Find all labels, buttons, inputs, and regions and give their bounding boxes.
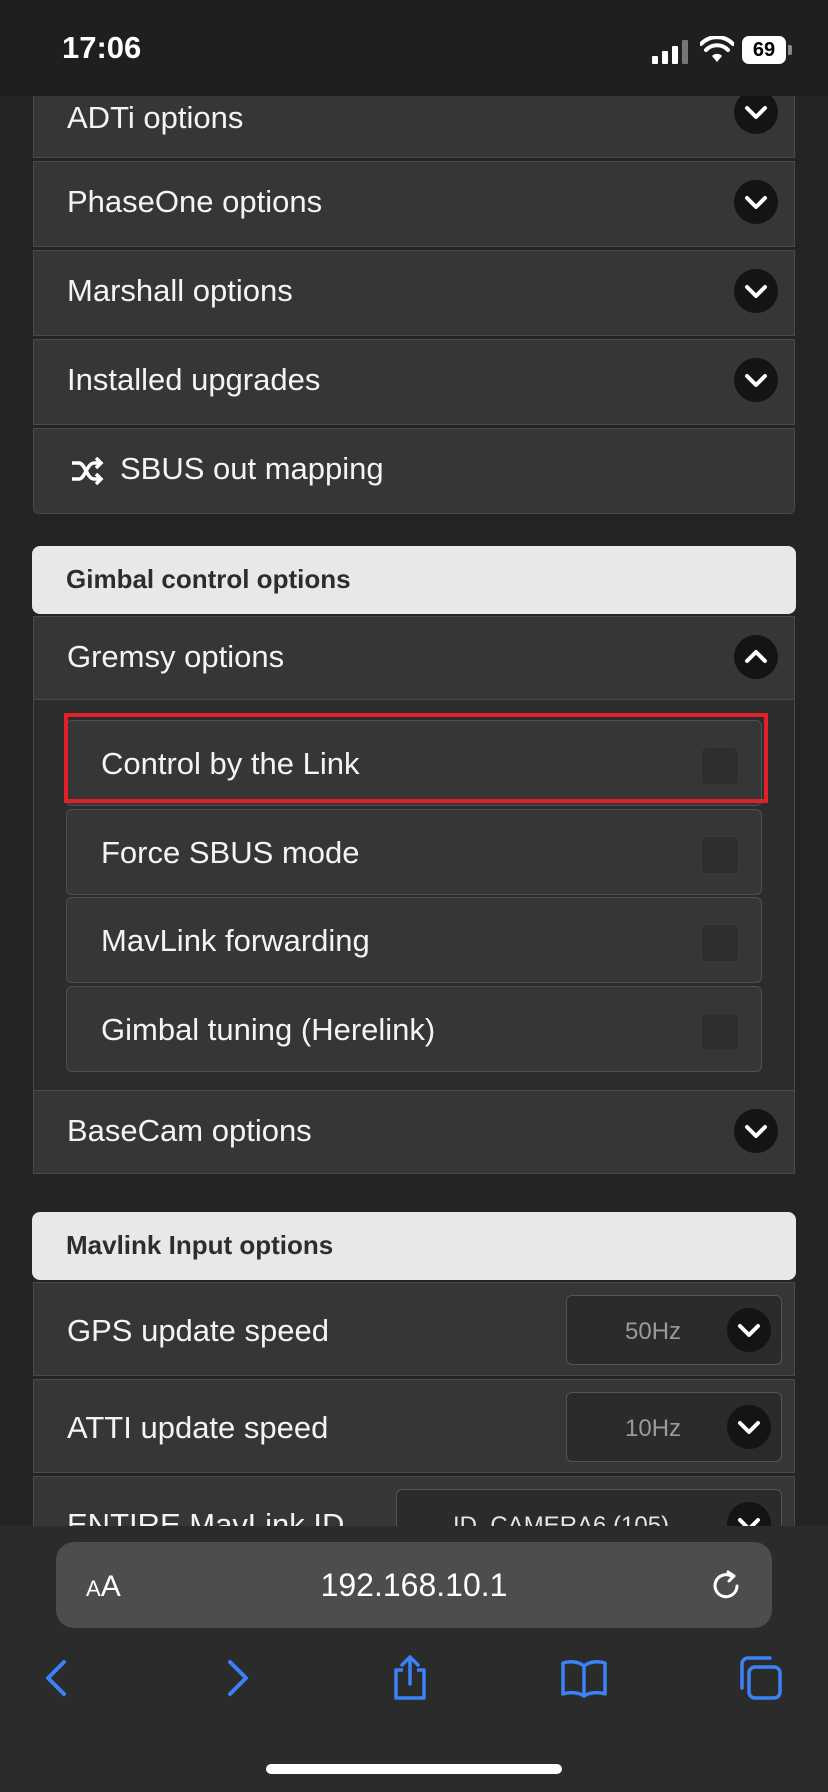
battery-icon: 69 bbox=[742, 36, 792, 64]
section-title: Mavlink Input options bbox=[66, 1230, 334, 1260]
tabs-icon[interactable] bbox=[736, 1654, 784, 1702]
section-title: Gimbal control options bbox=[66, 564, 351, 594]
section-header-gimbal: Gimbal control options bbox=[32, 546, 796, 614]
accordion-label: Installed upgrades bbox=[67, 362, 321, 397]
accordion-phaseone[interactable]: PhaseOne options bbox=[33, 161, 795, 247]
accordion-gremsy[interactable]: Gremsy options bbox=[33, 616, 795, 700]
wifi-icon bbox=[699, 35, 735, 64]
select-value: 10Hz bbox=[625, 1415, 682, 1442]
share-icon[interactable] bbox=[386, 1654, 434, 1702]
row-entire-mavlink-id: ENTIRE MavLink ID ID_CAMERA6 (105) bbox=[33, 1476, 795, 1526]
option-label: Gimbal tuning (Herelink) bbox=[101, 1012, 436, 1047]
row-atti-update-speed: ATTI update speed 10Hz bbox=[33, 1379, 795, 1473]
force-sbus-mode-checkbox[interactable] bbox=[701, 836, 739, 874]
option-force-sbus-mode[interactable]: Force SBUS mode bbox=[66, 809, 762, 895]
chevron-up-icon[interactable] bbox=[734, 635, 778, 679]
chevron-down-icon bbox=[727, 1308, 771, 1352]
accordion-marshall[interactable]: Marshall options bbox=[33, 250, 795, 336]
chevron-down-icon bbox=[727, 1405, 771, 1449]
accordion-basecam[interactable]: BaseCam options bbox=[33, 1090, 795, 1174]
battery-level: 69 bbox=[742, 36, 786, 64]
forward-icon[interactable] bbox=[212, 1654, 260, 1702]
select-value: ID_CAMERA6 (105) bbox=[453, 1512, 670, 1526]
chevron-down-icon[interactable] bbox=[734, 180, 778, 224]
url-text[interactable]: 192.168.10.1 bbox=[0, 1567, 828, 1604]
setting-label: GPS update speed bbox=[67, 1313, 329, 1348]
option-label: MavLink forwarding bbox=[101, 923, 370, 958]
option-label: Force SBUS mode bbox=[101, 835, 360, 870]
highlight-box bbox=[64, 713, 768, 803]
accordion-label: Marshall options bbox=[67, 273, 293, 308]
setting-label: ATTI update speed bbox=[67, 1410, 329, 1445]
mavlink-id-select[interactable]: ID_CAMERA6 (105) bbox=[396, 1489, 782, 1526]
status-time: 17:06 bbox=[62, 30, 142, 65]
accordion-adti[interactable]: ADTi options bbox=[33, 96, 795, 158]
accordion-label: BaseCam options bbox=[67, 1113, 312, 1148]
chevron-down-icon[interactable] bbox=[734, 1109, 778, 1153]
select-value: 50Hz bbox=[625, 1318, 682, 1345]
cellular-signal-icon bbox=[652, 40, 692, 64]
gps-update-speed-select[interactable]: 50Hz bbox=[566, 1295, 782, 1365]
mavlink-forwarding-checkbox[interactable] bbox=[701, 924, 739, 962]
row-gps-update-speed: GPS update speed 50Hz bbox=[33, 1282, 795, 1376]
accordion-label: SBUS out mapping bbox=[120, 451, 384, 486]
setting-label: ENTIRE MavLink ID bbox=[67, 1507, 345, 1526]
bookmarks-icon[interactable] bbox=[560, 1654, 608, 1702]
back-icon[interactable] bbox=[34, 1654, 82, 1702]
atti-update-speed-select[interactable]: 10Hz bbox=[566, 1392, 782, 1462]
chevron-down-icon[interactable] bbox=[734, 358, 778, 402]
chevron-down-icon bbox=[727, 1502, 771, 1526]
section-header-mavlink: Mavlink Input options bbox=[32, 1212, 796, 1280]
page-content[interactable]: ADTi options PhaseOne options Marshall o… bbox=[0, 96, 828, 1526]
accordion-label: ADTi options bbox=[67, 100, 244, 135]
option-mavlink-forwarding[interactable]: MavLink forwarding bbox=[66, 897, 762, 983]
accordion-installed-upgrades[interactable]: Installed upgrades bbox=[33, 339, 795, 425]
accordion-label: Gremsy options bbox=[67, 639, 285, 674]
chevron-down-icon[interactable] bbox=[734, 269, 778, 313]
reload-icon[interactable] bbox=[708, 1568, 744, 1604]
gimbal-tuning-checkbox[interactable] bbox=[701, 1013, 739, 1051]
chevron-down-icon[interactable] bbox=[734, 96, 778, 134]
option-gimbal-tuning[interactable]: Gimbal tuning (Herelink) bbox=[66, 986, 762, 1072]
shuffle-icon bbox=[70, 456, 104, 486]
accordion-label: PhaseOne options bbox=[67, 184, 323, 219]
sbus-out-mapping-link[interactable]: SBUS out mapping bbox=[33, 428, 795, 514]
home-indicator bbox=[266, 1764, 562, 1774]
